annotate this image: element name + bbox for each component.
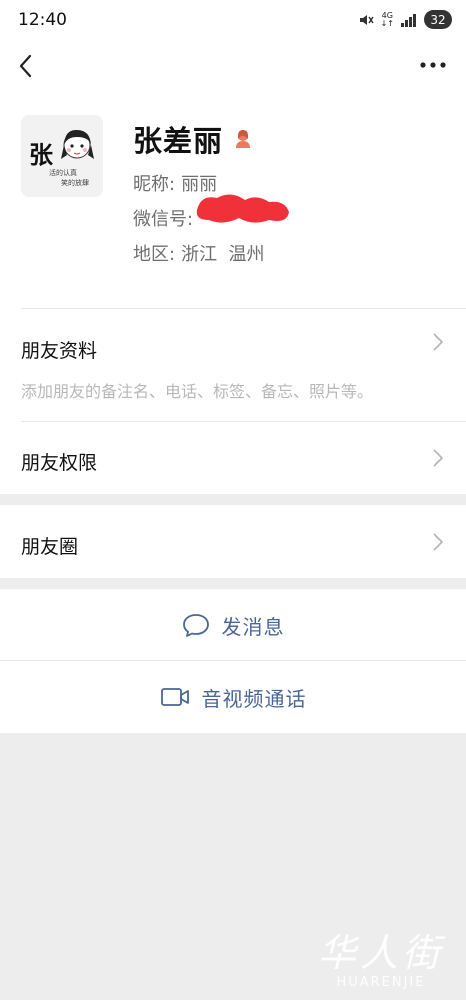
redaction-scribble	[196, 194, 289, 223]
avatar[interactable]: 张 活的认真 笑的放肆	[21, 115, 103, 197]
avatar-char: 张	[29, 141, 54, 169]
battery-indicator: 32	[424, 10, 452, 29]
avatar-caption-1: 活的认真	[49, 168, 77, 177]
avatar-caption-2: 笑的放肆	[61, 178, 89, 187]
region-value: 浙江 温州	[181, 244, 265, 265]
region-row: 地区: 浙江 温州	[133, 240, 265, 266]
network-arrows-icon: ↓↑	[380, 18, 394, 28]
signal-icon	[401, 13, 416, 27]
wechat-id-label: 微信号:	[133, 209, 194, 230]
nickname-label: 昵称:	[133, 174, 176, 195]
watermark: 华人街 HUARENJIE	[318, 922, 444, 990]
name-row: 张差丽	[133, 118, 253, 160]
wechat-id-row: 微信号:	[133, 205, 193, 231]
divider	[21, 421, 466, 422]
status-icons: 4G ↓↑ 32	[358, 10, 452, 29]
more-dots-icon[interactable]	[420, 60, 446, 70]
moments-cell[interactable]: 朋友圈	[0, 505, 466, 578]
chevron-right-icon	[433, 449, 444, 467]
chevron-right-icon	[433, 333, 444, 351]
network-indicator: 4G ↓↑	[380, 11, 394, 28]
profile-header: 张 活的认真 笑的放肆 张差丽 昵称: 丽丽 微信号: 地区: 浙江 温州	[0, 90, 466, 308]
send-message-button[interactable]: 发消息	[0, 589, 466, 661]
chevron-left-icon[interactable]	[14, 52, 38, 80]
video-call-label: 音视频通话	[201, 686, 307, 711]
status-bar: 12:40 4G ↓↑ 32	[0, 0, 466, 42]
status-time: 12:40	[18, 10, 67, 30]
video-camera-icon	[160, 688, 189, 706]
friend-permissions-cell[interactable]: 朋友权限	[0, 421, 466, 494]
friend-info-cell[interactable]: 朋友资料 添加朋友的备注名、电话、标签、备忘、照片等。	[0, 308, 466, 421]
profile-name: 张差丽	[133, 124, 224, 158]
watermark-sub: HUARENJIE	[336, 975, 426, 990]
region-label: 地区:	[133, 244, 176, 265]
video-call-button[interactable]: 音视频通话	[0, 661, 466, 733]
navigation-bar	[0, 42, 466, 90]
chevron-right-icon	[433, 533, 444, 551]
send-message-label: 发消息	[221, 614, 285, 639]
moments-title: 朋友圈	[21, 536, 79, 558]
friend-info-title: 朋友资料	[21, 340, 98, 362]
divider	[21, 308, 466, 309]
female-user-icon	[236, 130, 251, 148]
watermark-text: 华人街	[317, 931, 444, 975]
friend-info-desc: 添加朋友的备注名、电话、标签、备忘、照片等。	[21, 382, 374, 401]
friend-permissions-title: 朋友权限	[21, 452, 98, 474]
avatar-illustration: 张 活的认真 笑的放肆	[21, 115, 103, 197]
mute-icon	[359, 14, 374, 25]
chat-bubble-icon	[182, 614, 209, 637]
